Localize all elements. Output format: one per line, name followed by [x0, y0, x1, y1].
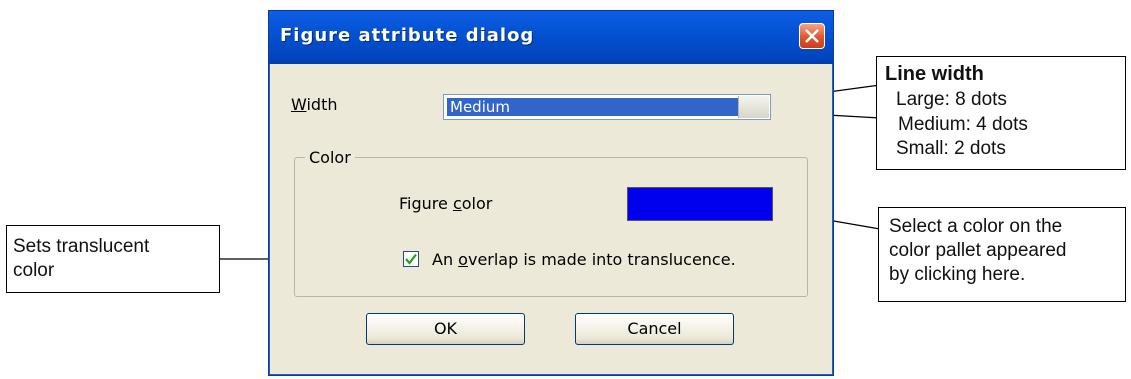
width-label-rest: idth: [306, 95, 338, 114]
figure-color-label-accel: c: [452, 194, 462, 213]
figure-color-swatch[interactable]: [627, 187, 773, 221]
translucent-checkbox[interactable]: [403, 251, 419, 267]
close-icon: [805, 29, 819, 43]
color-select-callout-line-2: color pallet appeared: [889, 240, 1067, 261]
color-groupbox: [294, 157, 808, 297]
translucent-label-pre: An: [432, 250, 459, 269]
translucent-label-post: verlap is made into translucence.: [467, 250, 736, 269]
translucent-callout: Sets translucent color: [6, 225, 220, 293]
color-select-callout-line-3: by clicking here.: [889, 264, 1026, 285]
color-select-callout-line-1: Select a color on the: [889, 216, 1063, 237]
translucent-label: An overlap is made into translucence.: [432, 250, 736, 269]
dialog-title: Figure attribute dialog: [280, 25, 535, 46]
cancel-button[interactable]: Cancel: [575, 313, 734, 345]
width-select[interactable]: Medium: [443, 94, 771, 120]
translucent-callout-line-1: Sets translucent: [13, 236, 150, 257]
figure-attribute-dialog: Figure attribute dialog Width Medium Col…: [268, 10, 834, 376]
color-group-label: Color: [305, 148, 355, 167]
line-width-callout-title: Line width: [885, 63, 984, 85]
color-select-callout: Select a color on the color pallet appea…: [878, 207, 1126, 302]
line-width-callout: Line width Large: 8 dots Medium: 4 dots …: [876, 56, 1126, 170]
figure-color-label-pre: Figure: [399, 194, 453, 213]
line-width-large: Large: 8 dots: [896, 89, 1007, 110]
figure-color-label-post: olor: [461, 194, 493, 213]
figure-color-label: Figure color: [399, 194, 492, 213]
ok-button[interactable]: OK: [366, 313, 525, 345]
translucent-callout-line-2: color: [13, 260, 55, 281]
close-button[interactable]: [799, 23, 825, 49]
width-select-dropdown-button[interactable]: [738, 96, 769, 118]
width-label: Width: [291, 95, 337, 114]
line-width-medium: Medium: 4 dots: [898, 114, 1028, 135]
dialog-titlebar[interactable]: Figure attribute dialog: [269, 11, 833, 64]
translucent-label-accel: o: [458, 250, 468, 269]
line-width-small: Small: 2 dots: [896, 138, 1006, 159]
checkmark-icon: [405, 253, 417, 265]
width-label-accel: W: [291, 95, 307, 114]
width-select-value: Medium: [447, 98, 739, 116]
